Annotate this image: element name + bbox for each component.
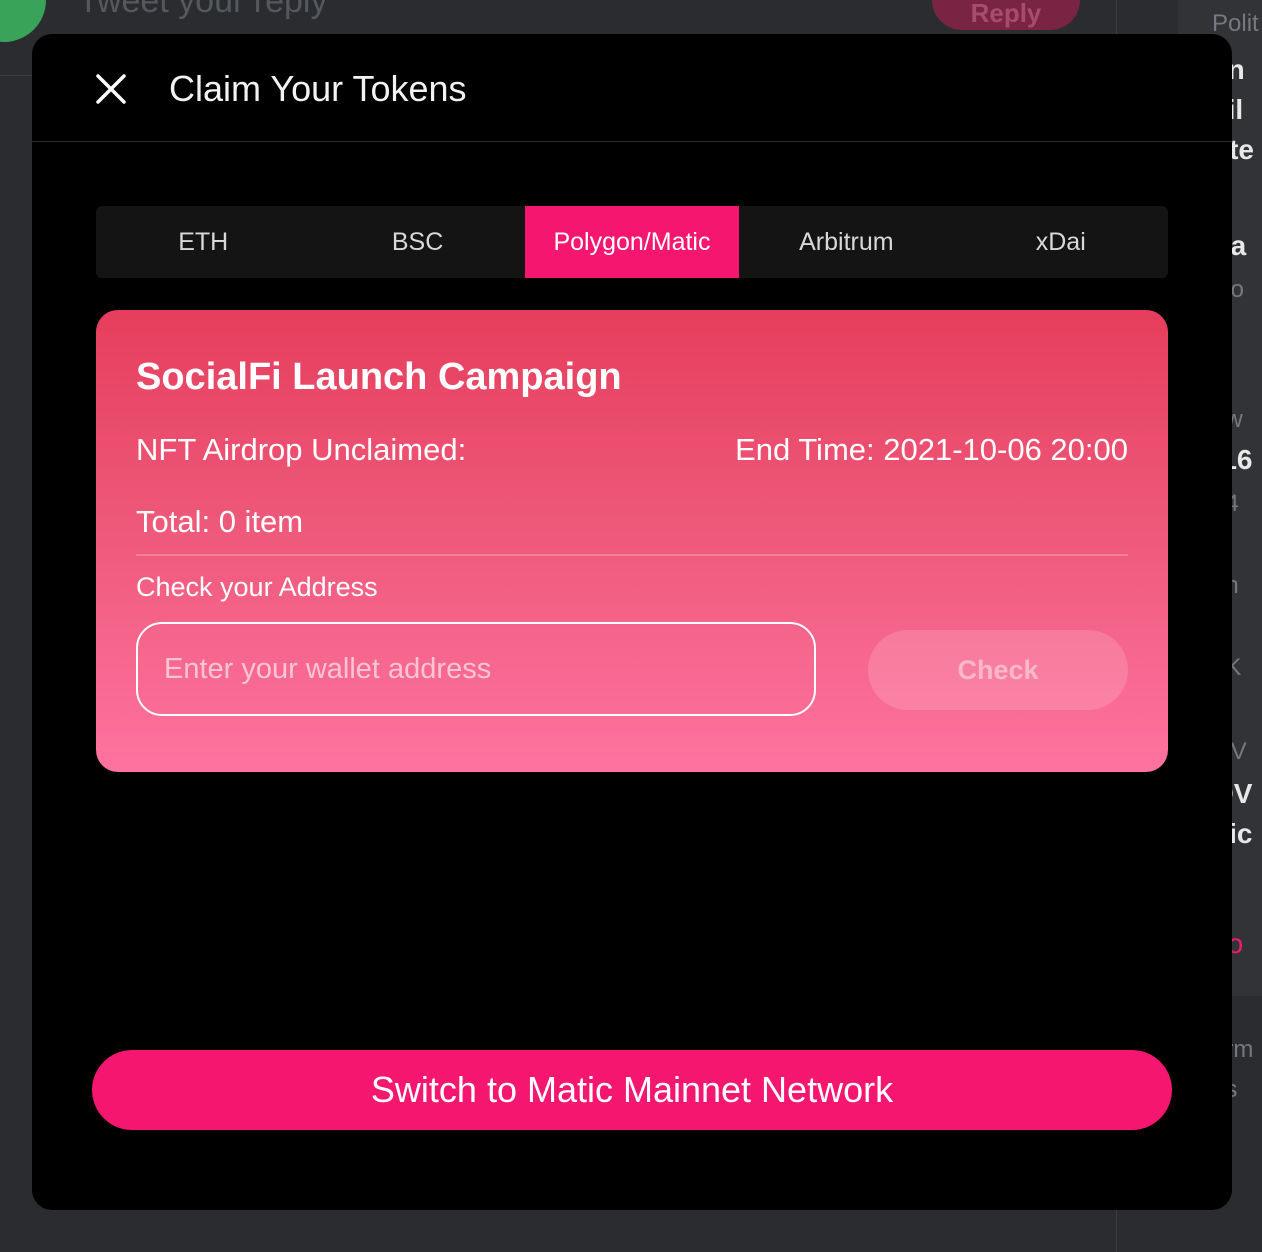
reply-placeholder: Tweet your reply	[78, 0, 328, 20]
tab-xdai[interactable]: xDai	[954, 206, 1168, 278]
tab-polygon-matic[interactable]: Polygon/Matic	[524, 206, 740, 278]
reply-button: Reply	[932, 0, 1080, 30]
tab-arbitrum[interactable]: Arbitrum	[739, 206, 953, 278]
total-items: Total: 0 item	[136, 504, 304, 539]
network-tabs: ETH BSC Polygon/Matic Arbitrum xDai	[96, 206, 1168, 278]
tab-eth[interactable]: ETH	[96, 206, 310, 278]
wallet-address-input[interactable]	[136, 622, 816, 716]
modal-title: Claim Your Tokens	[169, 68, 467, 109]
campaign-card: SocialFi Launch Campaign NFT Airdrop Unc…	[96, 310, 1168, 772]
end-time: End Time: 2021-10-06 20:00	[735, 432, 1128, 467]
tab-bsc[interactable]: BSC	[310, 206, 524, 278]
claim-tokens-modal: Claim Your Tokens ETH BSC Polygon/Matic …	[32, 34, 1232, 1210]
divider	[136, 554, 1128, 556]
close-icon[interactable]	[92, 70, 130, 108]
modal-header: Claim Your Tokens	[32, 34, 1232, 142]
airdrop-unclaimed-label: NFT Airdrop Unclaimed:	[136, 432, 467, 467]
check-address-label: Check your Address	[136, 572, 378, 602]
check-button[interactable]: Check	[868, 630, 1128, 710]
campaign-title: SocialFi Launch Campaign	[136, 356, 622, 398]
switch-network-button[interactable]: Switch to Matic Mainnet Network	[92, 1050, 1172, 1130]
